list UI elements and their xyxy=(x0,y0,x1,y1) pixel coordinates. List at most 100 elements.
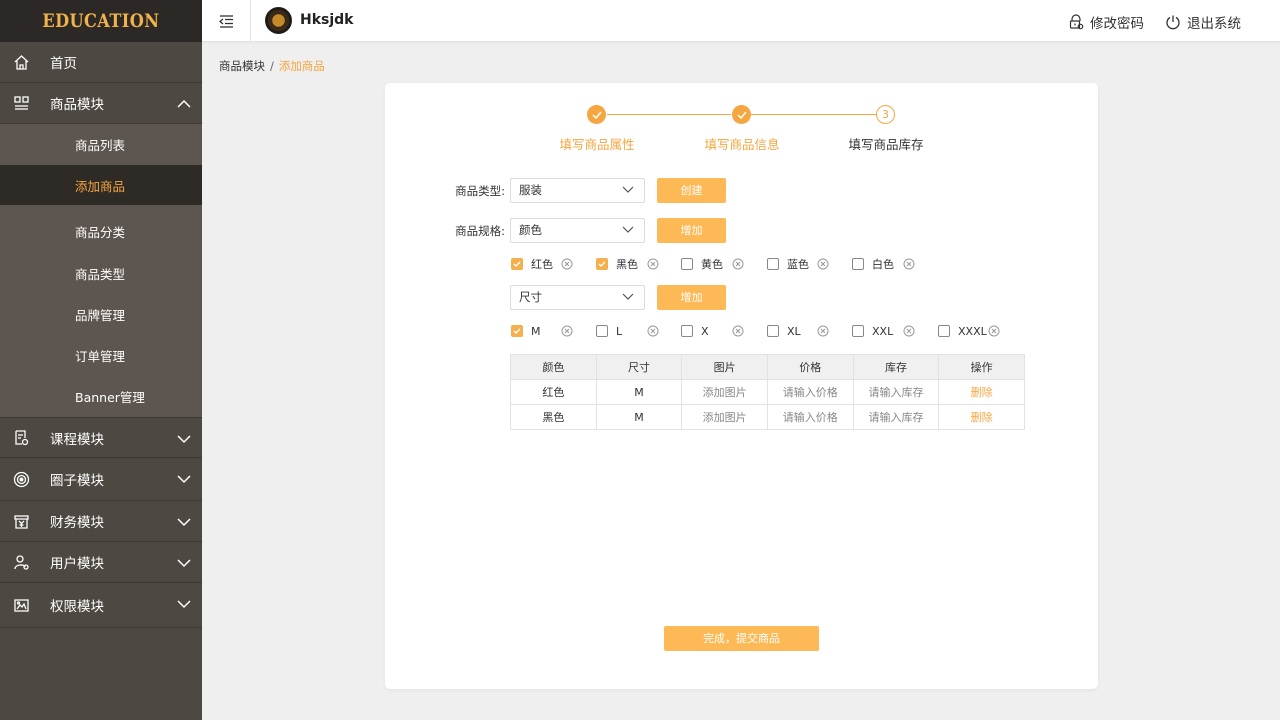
color-option[interactable]: 黑色 xyxy=(596,256,638,272)
size-option[interactable]: XXL xyxy=(852,323,893,339)
collapse-sidebar-button[interactable] xyxy=(202,0,251,42)
remove-circle-icon[interactable] xyxy=(561,258,573,270)
sub-item-orders[interactable]: 订单管理 xyxy=(0,335,202,376)
goods-spec-label: 商品规格: xyxy=(455,224,505,238)
sub-item-add-goods[interactable]: 添加商品 xyxy=(0,165,202,205)
remove-circle-icon[interactable] xyxy=(647,325,659,337)
checkbox-unchecked[interactable] xyxy=(681,325,693,337)
add-image-button[interactable]: 添加图片 xyxy=(681,379,768,405)
sub-item-banner[interactable]: Banner管理 xyxy=(0,376,202,417)
checkbox-unchecked[interactable] xyxy=(681,258,693,270)
sub-item-brand[interactable]: 品牌管理 xyxy=(0,294,202,335)
cell-color: 红色 xyxy=(510,379,597,405)
column-header: 图片 xyxy=(681,354,768,380)
column-header: 价格 xyxy=(766,354,854,380)
create-button[interactable]: 创建 xyxy=(657,178,726,203)
color-option[interactable]: 白色 xyxy=(852,256,894,272)
table-row: 黑色 M 添加图片 请输入价格 请输入库存 删除 xyxy=(510,404,1025,430)
step-connector xyxy=(751,114,876,115)
remove-circle-icon[interactable] xyxy=(817,325,829,337)
chevron-down-icon xyxy=(177,435,191,444)
nav-item-finance[interactable]: 财务模块 xyxy=(0,501,202,542)
size-option-label: X xyxy=(701,324,709,338)
delete-link[interactable]: 删除 xyxy=(938,404,1025,430)
logo-text: EDUCATION xyxy=(42,10,160,32)
goods-type-select[interactable]: 服装 xyxy=(510,178,645,203)
breadcrumb-parent[interactable]: 商品模块 xyxy=(219,59,265,73)
color-option-label: 红色 xyxy=(531,258,553,271)
size-option[interactable]: XXXL xyxy=(938,323,987,339)
nav-item-permission[interactable]: 权限模块 xyxy=(0,583,202,628)
add-image-button[interactable]: 添加图片 xyxy=(681,404,768,430)
remove-circle-icon[interactable] xyxy=(988,325,1000,337)
chevron-down-icon xyxy=(177,518,191,527)
checkbox-unchecked[interactable] xyxy=(938,325,950,337)
checkbox-checked[interactable] xyxy=(511,258,523,270)
nav-item-goods[interactable]: 商品模块 xyxy=(0,83,202,124)
home-icon xyxy=(12,53,30,71)
submit-goods-button[interactable]: 完成，提交商品 xyxy=(664,626,819,651)
goods-submenu: 商品列表 添加商品 商品分类 商品类型 品牌管理 订单管理 Banner管理 xyxy=(0,124,202,417)
breadcrumb: 商品模块 / 添加商品 xyxy=(219,58,325,74)
cell-size: M xyxy=(595,379,683,405)
spec-color-value: 颜色 xyxy=(519,223,542,237)
size-option[interactable]: M xyxy=(511,323,541,339)
breadcrumb-separator: / xyxy=(270,59,274,73)
remove-circle-icon[interactable] xyxy=(732,258,744,270)
delete-link[interactable]: 删除 xyxy=(938,379,1025,405)
checkbox-checked[interactable] xyxy=(511,325,523,337)
stock-input[interactable]: 请输入库存 xyxy=(852,404,940,430)
size-option[interactable]: XL xyxy=(767,323,801,339)
avatar[interactable] xyxy=(265,7,292,34)
change-password-button[interactable]: 修改密码 xyxy=(1068,12,1144,32)
sub-item-goods-list[interactable]: 商品列表 xyxy=(0,124,202,165)
sub-item-goods-type[interactable]: 商品类型 xyxy=(0,253,202,294)
checkbox-checked[interactable] xyxy=(596,258,608,270)
add-size-button[interactable]: 增加 xyxy=(657,285,726,310)
price-input[interactable]: 请输入价格 xyxy=(766,379,854,405)
remove-circle-icon[interactable] xyxy=(647,258,659,270)
remove-circle-icon[interactable] xyxy=(817,258,829,270)
remove-circle-icon[interactable] xyxy=(561,325,573,337)
step-1-label: 填写商品属性 xyxy=(559,137,635,152)
nav-item-permission-label: 权限模块 xyxy=(50,599,104,615)
color-option-label: 蓝色 xyxy=(787,258,809,271)
size-option[interactable]: X xyxy=(681,323,709,339)
checkbox-unchecked[interactable] xyxy=(596,325,608,337)
remove-circle-icon[interactable] xyxy=(903,325,915,337)
logo[interactable]: EDUCATION xyxy=(0,0,202,42)
nav-item-home[interactable]: 首页 xyxy=(0,42,202,83)
checkbox-unchecked[interactable] xyxy=(852,258,864,270)
logout-button[interactable]: 退出系统 xyxy=(1165,12,1241,32)
step-1-check-icon xyxy=(587,105,606,124)
nav-item-course[interactable]: 课程模块 xyxy=(0,417,202,458)
color-option[interactable]: 红色 xyxy=(511,256,553,272)
size-option[interactable]: L xyxy=(596,323,622,339)
checkbox-unchecked[interactable] xyxy=(852,325,864,337)
stock-input[interactable]: 请输入库存 xyxy=(852,379,940,405)
lock-settings-icon xyxy=(1069,14,1084,30)
nav-item-circle[interactable]: 圈子模块 xyxy=(0,458,202,501)
remove-circle-icon[interactable] xyxy=(732,325,744,337)
nav-item-user[interactable]: 用户模块 xyxy=(0,542,202,583)
checkbox-unchecked[interactable] xyxy=(767,258,779,270)
spec-color-select[interactable]: 颜色 xyxy=(510,218,645,243)
cashier-icon xyxy=(12,512,30,530)
sub-item-goods-category[interactable]: 商品分类 xyxy=(0,205,202,253)
color-option[interactable]: 黄色 xyxy=(681,256,723,272)
checkbox-unchecked[interactable] xyxy=(767,325,779,337)
remove-circle-icon[interactable] xyxy=(903,258,915,270)
image-frame-icon xyxy=(12,596,30,614)
target-icon xyxy=(12,470,30,488)
chevron-down-icon xyxy=(177,600,191,609)
price-input[interactable]: 请输入价格 xyxy=(766,404,854,430)
chevron-down-icon xyxy=(622,226,634,233)
power-icon xyxy=(1166,15,1180,30)
grid-icon xyxy=(12,94,30,112)
color-option[interactable]: 蓝色 xyxy=(767,256,809,272)
spec-size-select[interactable]: 尺寸 xyxy=(510,285,645,310)
chevron-up-icon xyxy=(177,99,191,108)
document-icon xyxy=(12,429,30,447)
step-2-label: 填写商品信息 xyxy=(704,137,780,152)
add-color-button[interactable]: 增加 xyxy=(657,218,726,243)
